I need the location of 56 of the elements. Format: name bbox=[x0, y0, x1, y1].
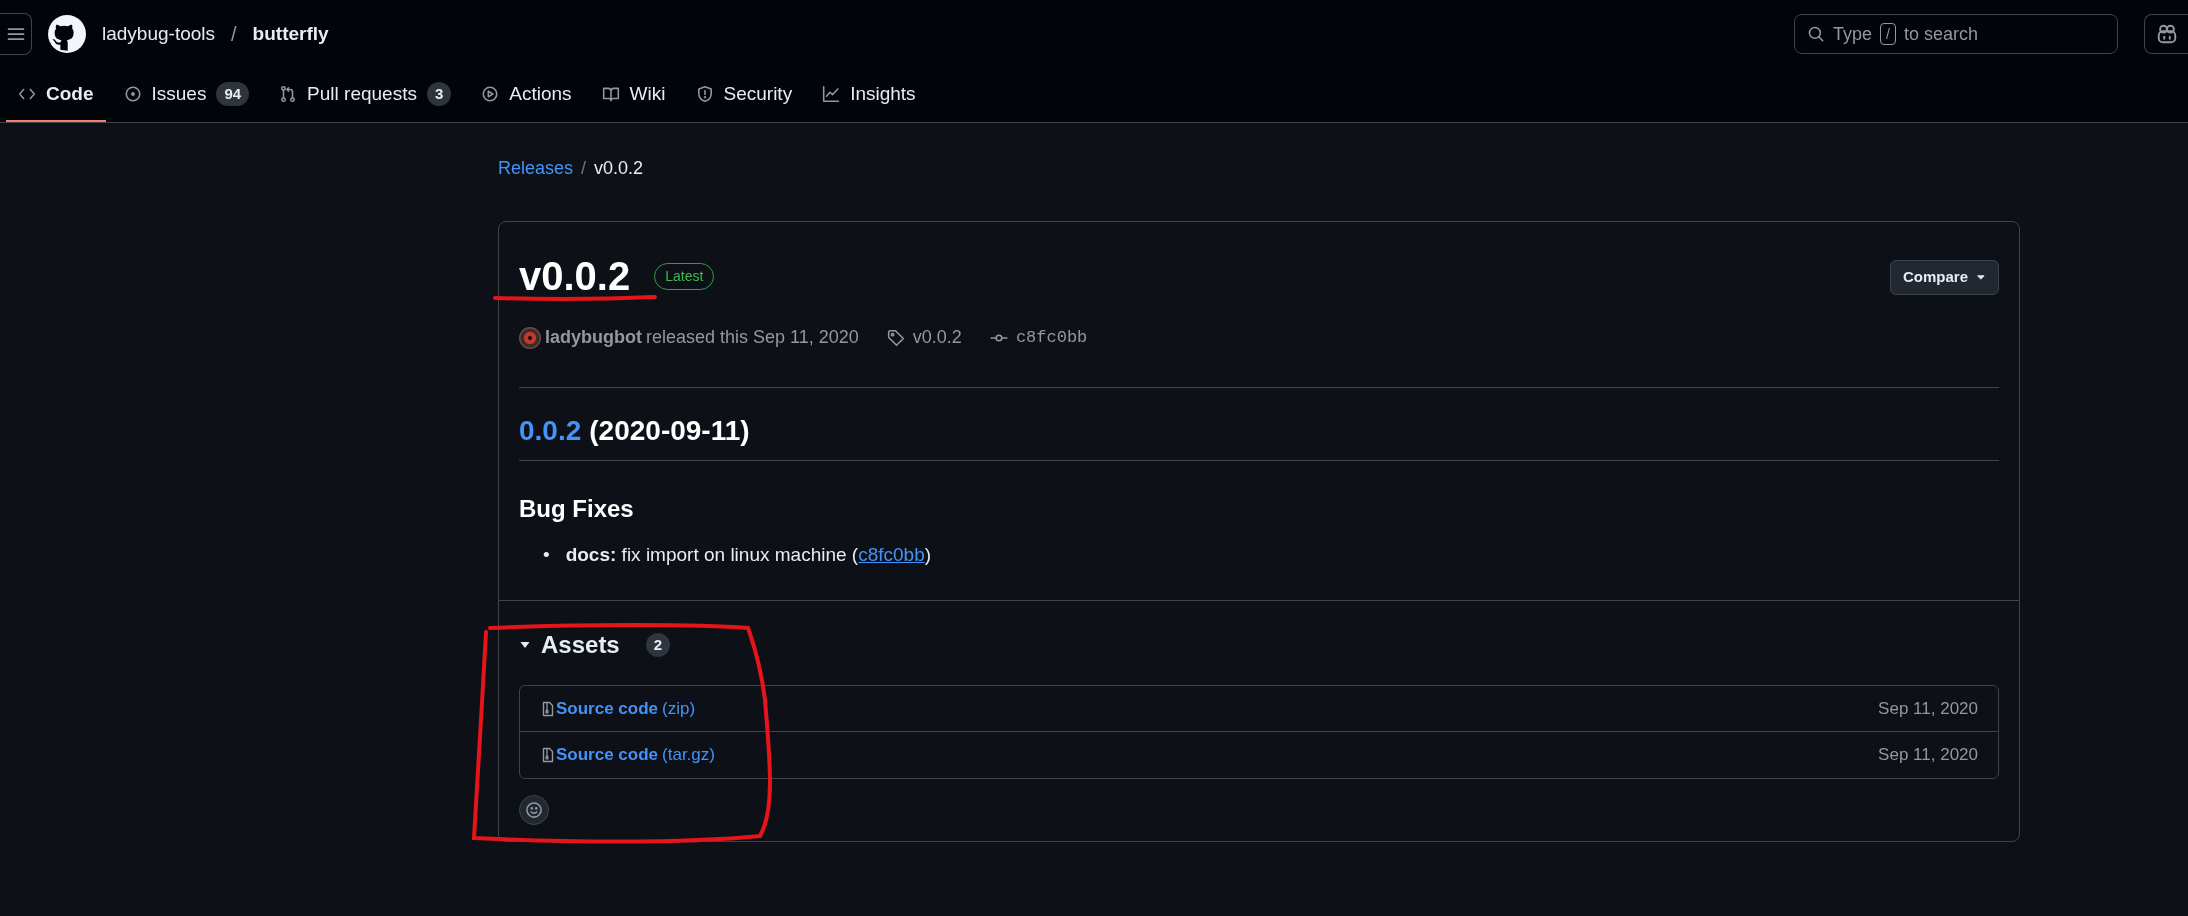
breadcrumb-current: v0.0.2 bbox=[594, 157, 644, 180]
repo-tab[interactable]: Issues 94 bbox=[111, 68, 262, 122]
search-placeholder: Type bbox=[1833, 22, 1873, 46]
robot-icon bbox=[2155, 23, 2178, 45]
repo-tab[interactable]: Pull requests 3 bbox=[267, 68, 464, 122]
menu-button[interactable] bbox=[0, 13, 32, 55]
merge-icon bbox=[279, 85, 298, 103]
graph-icon bbox=[822, 85, 841, 103]
add-reaction-button[interactable] bbox=[519, 794, 549, 825]
release-date: released this Sep 11, 2020 bbox=[646, 326, 859, 349]
list-bullet: • bbox=[543, 543, 550, 568]
avatar-icon bbox=[519, 326, 541, 349]
breadcrumb-link[interactable]: Releases bbox=[498, 155, 574, 221]
breadcrumb-separator: / bbox=[581, 157, 587, 180]
release-date-heading: (2020-09-11) bbox=[589, 414, 750, 448]
breadcrumb-separator: / bbox=[231, 22, 237, 47]
book-icon bbox=[601, 85, 620, 103]
assets-heading: Assets bbox=[541, 629, 620, 660]
copilot-button[interactable] bbox=[2144, 14, 2188, 54]
search-placeholder: to search bbox=[1903, 22, 1978, 46]
count-badge: 2 bbox=[645, 632, 671, 658]
author-link[interactable]: ladybugbot bbox=[545, 324, 642, 351]
release-title: v0.0.2 bbox=[519, 256, 631, 296]
search-field[interactable]: Type / to search bbox=[1794, 14, 2118, 54]
tag-icon bbox=[886, 328, 905, 347]
repo-tab[interactable]: Code bbox=[6, 68, 106, 122]
asset-format: (zip) bbox=[662, 697, 696, 720]
circle-dot-icon bbox=[123, 85, 142, 103]
count-badge: 3 bbox=[426, 81, 452, 107]
play-icon bbox=[481, 85, 500, 103]
tag-link[interactable]: v0.0.2 bbox=[912, 324, 962, 351]
zip-file-icon bbox=[540, 699, 556, 718]
repo-tab[interactable]: Actions bbox=[469, 68, 584, 122]
commit-link[interactable]: c8fc0bb bbox=[1015, 324, 1088, 351]
count-badge: 94 bbox=[216, 81, 250, 107]
asset-date: Sep 11, 2020 bbox=[1878, 697, 1978, 720]
logo-icon[interactable] bbox=[48, 15, 86, 53]
version-link[interactable]: 0.0.2 bbox=[519, 414, 582, 448]
asset-format: (tar.gz) bbox=[662, 744, 715, 767]
asset-link[interactable]: Source code bbox=[556, 742, 659, 768]
owner-link[interactable]: ladybug-tools bbox=[102, 19, 216, 49]
repo-tab[interactable]: Security bbox=[683, 68, 805, 122]
changelog-item: docs: fix import on linux machine (c8fc0bb) bbox=[565, 543, 932, 568]
asset-date: Sep 11, 2020 bbox=[1878, 744, 1978, 767]
compare-button[interactable]: Compare bbox=[1889, 260, 1999, 295]
commit-link[interactable]: c8fc0bb bbox=[858, 544, 925, 566]
repo-link[interactable]: butterfly bbox=[252, 19, 329, 49]
repo-tab[interactable]: Wiki bbox=[589, 68, 678, 122]
search-icon bbox=[1807, 25, 1825, 43]
asset-link[interactable]: Source code bbox=[556, 695, 659, 722]
repo-tab[interactable]: Insights bbox=[810, 68, 928, 122]
smiley-icon bbox=[525, 800, 543, 819]
keyboard-shortcut-key: / bbox=[1880, 23, 1896, 45]
shield-icon bbox=[695, 85, 714, 103]
zip-file-icon bbox=[540, 746, 556, 765]
section-heading: Bug Fixes bbox=[519, 494, 635, 524]
